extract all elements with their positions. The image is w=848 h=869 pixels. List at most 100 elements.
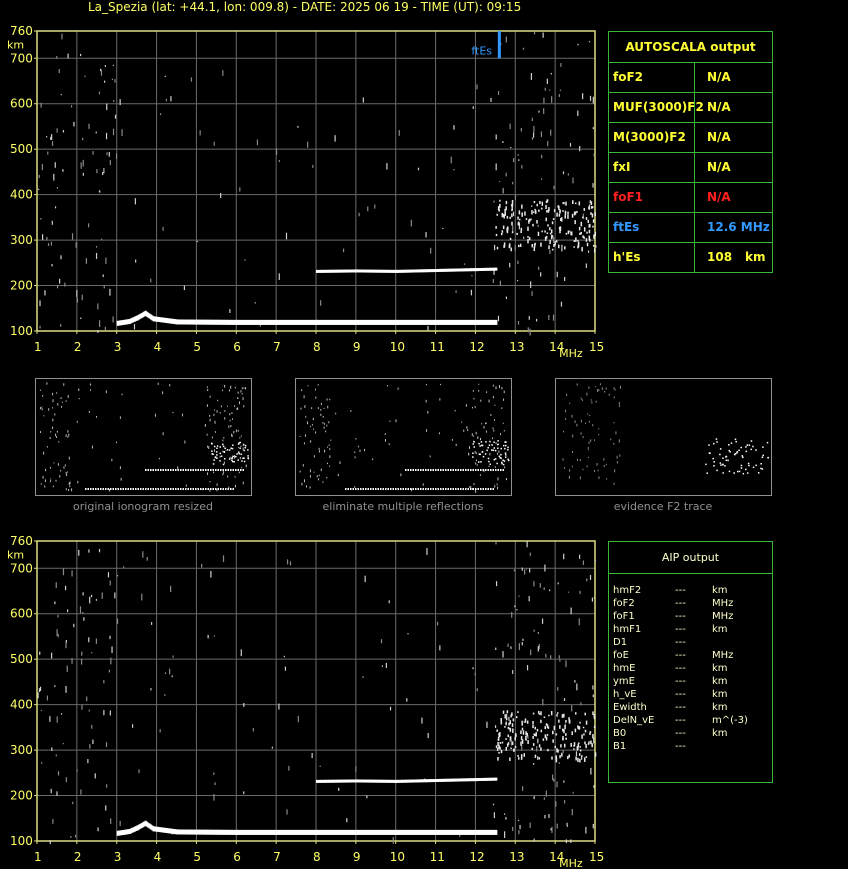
noise-dot bbox=[532, 712, 535, 715]
noise-dot bbox=[82, 159, 84, 167]
noise-dot bbox=[546, 734, 549, 736]
y-tick-label: 400 bbox=[10, 698, 33, 712]
noise-dot bbox=[346, 818, 348, 823]
noise-dot bbox=[543, 716, 546, 719]
noise-dot bbox=[515, 716, 518, 719]
noise-dot bbox=[579, 721, 581, 724]
noise-dot bbox=[505, 746, 508, 751]
noise-dot bbox=[531, 205, 533, 207]
noise-dot bbox=[210, 570, 212, 578]
noise-dot bbox=[552, 314, 555, 321]
autoscala-row: foF2 N/A bbox=[609, 63, 772, 93]
noise-dot bbox=[533, 581, 535, 587]
noise-dot bbox=[544, 87, 546, 91]
noise-dot bbox=[580, 231, 582, 235]
noise-dot bbox=[584, 741, 586, 745]
noise-dot bbox=[579, 749, 582, 752]
noise-dot bbox=[519, 824, 521, 830]
noise-dot bbox=[406, 698, 408, 702]
noise-dot bbox=[278, 703, 280, 710]
noise-dot bbox=[112, 64, 115, 66]
noise-dot bbox=[539, 583, 541, 588]
noise-dot bbox=[563, 780, 565, 783]
noise-dot bbox=[568, 754, 570, 758]
ionogram-1: 760700600500400300200100km1 2 3 4 5 6 7 8 9 10 11 1… bbox=[7, 534, 604, 869]
aip-unit: km bbox=[712, 663, 728, 674]
noise-dot bbox=[87, 223, 90, 228]
noise-dot bbox=[511, 231, 514, 234]
aip-value: --- bbox=[675, 598, 686, 609]
aip-key: DelN_vE bbox=[613, 715, 655, 726]
noise-dot bbox=[40, 217, 42, 220]
noise-dot bbox=[499, 203, 501, 208]
noise-dot bbox=[95, 252, 98, 259]
x-tick-label: 7 bbox=[273, 340, 281, 354]
noise-dot bbox=[545, 217, 548, 222]
noise-dot bbox=[505, 721, 507, 726]
noise-dot bbox=[494, 725, 497, 729]
autoscala-separator bbox=[694, 153, 695, 182]
x-tick-label: 15 bbox=[589, 340, 604, 354]
noise-dot bbox=[500, 720, 503, 725]
noise-dot bbox=[533, 243, 536, 248]
noise-dot bbox=[67, 53, 69, 59]
noise-dot bbox=[119, 99, 121, 106]
noise-dot bbox=[578, 618, 580, 626]
noise-dot bbox=[538, 757, 541, 760]
noise-dot bbox=[366, 795, 368, 799]
noise-dot bbox=[110, 818, 112, 824]
noise-dot bbox=[585, 756, 588, 758]
noise-dot bbox=[570, 742, 572, 747]
noise-dot bbox=[569, 143, 572, 147]
x-tick-label: 8 bbox=[313, 340, 321, 354]
noise-dot bbox=[513, 569, 516, 572]
noise-dot bbox=[581, 247, 583, 252]
noise-dot bbox=[591, 206, 594, 209]
noise-dot bbox=[46, 236, 48, 241]
x-unit-label: MHz bbox=[559, 857, 583, 869]
aip-row: B1 --- bbox=[609, 740, 772, 753]
noise-dot bbox=[470, 289, 473, 296]
x-tick-label: 13 bbox=[509, 850, 524, 864]
thumb-caption-eliminate: eliminate multiple reflections bbox=[322, 500, 484, 513]
noise-dot bbox=[88, 637, 90, 643]
noise-dot bbox=[577, 240, 579, 242]
noise-dot bbox=[553, 244, 555, 247]
noise-dot bbox=[113, 100, 115, 102]
noise-dot bbox=[60, 94, 62, 96]
noise-dot bbox=[577, 757, 579, 763]
noise-dot bbox=[109, 635, 111, 640]
noise-dot bbox=[534, 733, 536, 737]
noise-dot bbox=[374, 204, 376, 209]
noise-dot bbox=[121, 129, 123, 137]
noise-dot bbox=[103, 284, 105, 289]
noise-dot bbox=[150, 688, 152, 691]
noise-dot bbox=[567, 211, 569, 215]
y-tick-label: 700 bbox=[10, 51, 33, 65]
noise-dot bbox=[556, 212, 558, 217]
noise-dot bbox=[207, 634, 209, 639]
noise-dot bbox=[555, 240, 558, 243]
noise-dot bbox=[541, 154, 543, 159]
noise-dot bbox=[541, 618, 544, 624]
noise-dot bbox=[578, 742, 580, 745]
noise-dot bbox=[96, 169, 98, 174]
noise-dot bbox=[493, 200, 495, 203]
aip-key: hmF1 bbox=[613, 624, 642, 635]
noise-dot bbox=[559, 210, 561, 213]
noise-dot bbox=[579, 590, 581, 594]
noise-dot bbox=[517, 711, 519, 714]
noise-dot bbox=[563, 698, 566, 702]
x-tick-label: 9 bbox=[353, 340, 361, 354]
noise-dot bbox=[555, 801, 557, 807]
noise-dot bbox=[532, 223, 534, 227]
noise-dot bbox=[558, 94, 560, 97]
aip-row: h_vE --- km bbox=[609, 688, 772, 701]
noise-dot bbox=[542, 738, 545, 741]
noise-dot bbox=[112, 316, 114, 323]
noise-dot bbox=[537, 224, 539, 228]
noise-dot bbox=[297, 125, 299, 128]
noise-dot bbox=[551, 248, 554, 251]
noise-dot bbox=[502, 187, 504, 194]
aip-row: hmF1 --- km bbox=[609, 623, 772, 636]
